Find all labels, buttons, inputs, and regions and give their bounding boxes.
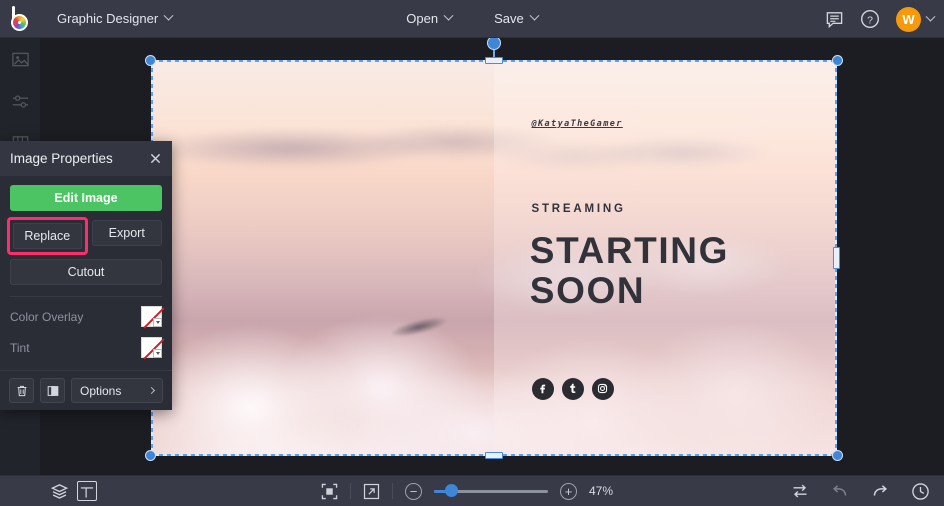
resize-handle-bottom-left[interactable] — [145, 450, 156, 461]
layers-icon[interactable] — [50, 482, 69, 501]
headline-line-1: STARTING — [529, 229, 729, 271]
headline-line-2: SOON — [529, 269, 646, 311]
color-overlay-label: Color Overlay — [10, 309, 84, 324]
zoom-slider-handle[interactable] — [445, 484, 459, 497]
chevron-down-icon — [443, 10, 454, 21]
help-icon[interactable]: ? — [860, 9, 880, 29]
edit-image-button[interactable]: Edit Image — [10, 185, 162, 211]
duplicate-icon[interactable] — [40, 378, 65, 403]
replace-export-row: Replace Export — [7, 217, 162, 255]
document-title-menu[interactable]: Graphic Designer — [46, 6, 183, 32]
resize-handle-right-center[interactable] — [833, 247, 840, 269]
panel-title: Image Properties — [10, 151, 113, 166]
expand-icon[interactable] — [363, 483, 380, 500]
kicker-text[interactable]: STREAMING — [532, 203, 626, 215]
tint-row: Tint — [10, 332, 165, 363]
avatar-initial: W — [902, 11, 915, 27]
headline-text[interactable]: STARTING SOON — [529, 229, 729, 311]
chevron-down-icon — [529, 10, 540, 21]
export-button[interactable]: Export — [91, 220, 162, 246]
chevron-down-icon[interactable] — [153, 349, 162, 358]
befunky-logo-icon — [9, 5, 33, 31]
save-menu-label: Save — [494, 11, 524, 26]
canvas-area[interactable]: @KatyaTheGamer STREAMING STARTING SOON — [40, 38, 944, 475]
bottom-bar: − + 47% — [0, 475, 944, 506]
layout-icon[interactable] — [77, 481, 97, 501]
panel-body: Edit Image Replace Export Cutout Color O… — [0, 176, 172, 363]
zoom-in-label: + — [564, 483, 573, 499]
resize-handle-top-right[interactable] — [832, 55, 843, 66]
svg-text:?: ? — [867, 14, 873, 26]
resize-handle-bottom-right[interactable] — [832, 450, 843, 461]
history-clock-icon[interactable] — [911, 482, 930, 501]
chevron-right-icon — [147, 386, 156, 395]
save-menu-button[interactable]: Save — [482, 6, 550, 32]
trash-icon[interactable] — [9, 378, 34, 403]
top-bar: Graphic Designer Open Save ? W — [0, 0, 944, 38]
panel-header: Image Properties — [0, 141, 172, 176]
color-overlay-swatch[interactable] — [141, 306, 165, 329]
color-overlay-row: Color Overlay — [10, 301, 165, 332]
divider — [392, 483, 393, 499]
social-handle-text[interactable]: @KatyaTheGamer — [532, 119, 623, 129]
app-logo[interactable] — [0, 0, 42, 38]
chevron-down-icon[interactable] — [925, 11, 936, 22]
facebook-icon[interactable] — [531, 377, 554, 400]
bottom-left-tools — [0, 481, 97, 501]
resize-handle-top-left[interactable] — [145, 55, 156, 66]
options-label: Options — [80, 383, 122, 398]
zoom-out-button[interactable]: − — [405, 482, 422, 500]
feedback-icon[interactable] — [825, 10, 844, 29]
undo-icon[interactable] — [831, 482, 849, 500]
bottom-right-tools — [791, 482, 930, 501]
top-right-actions: ? W — [825, 0, 936, 38]
swap-icon[interactable] — [791, 482, 809, 500]
social-icons-group — [531, 377, 614, 400]
sidebar-item-adjust[interactable] — [0, 80, 40, 122]
open-menu-button[interactable]: Open — [394, 6, 464, 32]
app-window: Graphic Designer Open Save ? W @KatyaThe… — [0, 0, 944, 506]
cutout-button[interactable]: Cutout — [10, 259, 162, 285]
chevron-down-icon — [163, 10, 174, 21]
open-menu-label: Open — [406, 11, 439, 26]
image-properties-panel: Image Properties Edit Image Replace Expo… — [0, 141, 172, 410]
replace-button[interactable]: Replace — [13, 223, 82, 249]
chevron-down-icon[interactable] — [153, 318, 162, 327]
close-icon[interactable] — [147, 151, 163, 167]
options-button[interactable]: Options — [71, 378, 163, 403]
user-avatar[interactable]: W — [896, 6, 921, 32]
document-title-label: Graphic Designer — [57, 11, 159, 26]
sidebar-item-image[interactable] — [0, 38, 40, 80]
zoom-level-value: 47% — [589, 484, 614, 498]
fit-to-screen-icon[interactable] — [321, 483, 338, 500]
zoom-in-button[interactable]: + — [560, 482, 577, 500]
panel-footer: Options — [0, 370, 172, 410]
divider — [350, 483, 351, 499]
zoom-slider[interactable] — [434, 484, 548, 498]
tumblr-icon[interactable] — [561, 377, 584, 400]
tint-label: Tint — [10, 340, 30, 355]
redo-icon[interactable] — [871, 482, 889, 500]
zoom-out-label: − — [409, 483, 418, 499]
replace-button-highlight: Replace — [7, 217, 88, 255]
resize-handle-top-center[interactable] — [485, 57, 503, 64]
design-text-group: @KatyaTheGamer STREAMING STARTING SOON — [494, 62, 835, 454]
tint-swatch[interactable] — [141, 337, 165, 360]
instagram-icon[interactable] — [591, 377, 614, 400]
resize-handle-bottom-center[interactable] — [485, 452, 503, 459]
artboard[interactable]: @KatyaTheGamer STREAMING STARTING SOON — [153, 62, 835, 454]
panel-divider — [10, 296, 162, 297]
